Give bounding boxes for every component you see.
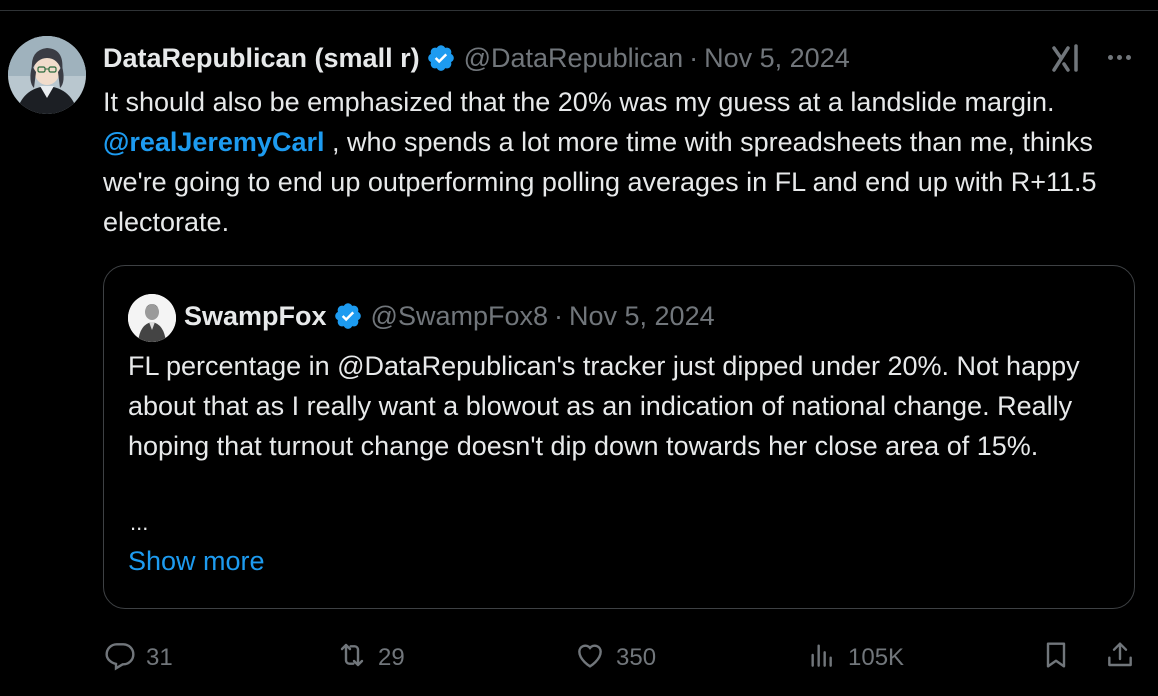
- like-button[interactable]: 350: [574, 636, 656, 680]
- reply-count: 31: [146, 644, 173, 671]
- post-header: DataRepublican (small r) @DataRepublican…: [103, 38, 850, 78]
- repost-count: 29: [378, 644, 405, 671]
- bookmark-icon: [1040, 639, 1072, 678]
- author-avatar[interactable]: [8, 36, 86, 114]
- quoted-author-display-name[interactable]: SwampFox: [184, 301, 327, 332]
- like-count: 350: [616, 644, 657, 671]
- more-options-icon[interactable]: [1102, 44, 1136, 70]
- quoted-author-handle[interactable]: @SwampFox8: [371, 301, 548, 332]
- quoted-author-avatar[interactable]: [128, 294, 176, 342]
- grok-icon[interactable]: [1048, 40, 1084, 76]
- repost-button[interactable]: 29: [336, 636, 405, 680]
- author-handle[interactable]: @DataRepublican: [464, 43, 684, 74]
- header-separator: ·: [689, 42, 699, 73]
- quoted-post-ellipsis: ...: [130, 510, 149, 535]
- heart-icon: [574, 639, 606, 678]
- quoted-post-date[interactable]: Nov 5, 2024: [569, 301, 715, 332]
- verified-badge-icon[interactable]: [333, 301, 363, 331]
- reply-button[interactable]: 31: [104, 636, 173, 680]
- quoted-post-header: SwampFox @SwampFox8 · Nov 5, 2024: [184, 296, 715, 336]
- show-more-link[interactable]: Show more: [128, 546, 265, 577]
- action-bar: 31 29 350 105K: [0, 636, 1158, 680]
- views-icon: [806, 639, 838, 678]
- verified-badge-icon[interactable]: [426, 43, 456, 73]
- views-count: 105K: [848, 644, 905, 671]
- post-text-part1: It should also be emphasized that the 20…: [103, 87, 1055, 117]
- top-divider: [0, 10, 1158, 11]
- reply-icon: [104, 639, 136, 678]
- share-icon: [1104, 639, 1136, 678]
- views-button[interactable]: 105K: [806, 636, 904, 680]
- post-text: It should also be emphasized that the 20…: [103, 82, 1133, 242]
- repost-icon: [336, 639, 368, 678]
- author-display-name[interactable]: DataRepublican (small r): [103, 43, 420, 74]
- quoted-post-card[interactable]: SwampFox @SwampFox8 · Nov 5, 2024 FL per…: [103, 265, 1135, 609]
- share-button[interactable]: [1104, 636, 1136, 680]
- post-date[interactable]: Nov 5, 2024: [704, 43, 850, 74]
- mention-link[interactable]: @realJeremyCarl: [103, 127, 324, 157]
- bookmark-button[interactable]: [1040, 636, 1072, 680]
- quoted-header-separator: ·: [554, 300, 563, 331]
- quoted-post-text: FL percentage in @DataRepublican's track…: [128, 351, 1080, 461]
